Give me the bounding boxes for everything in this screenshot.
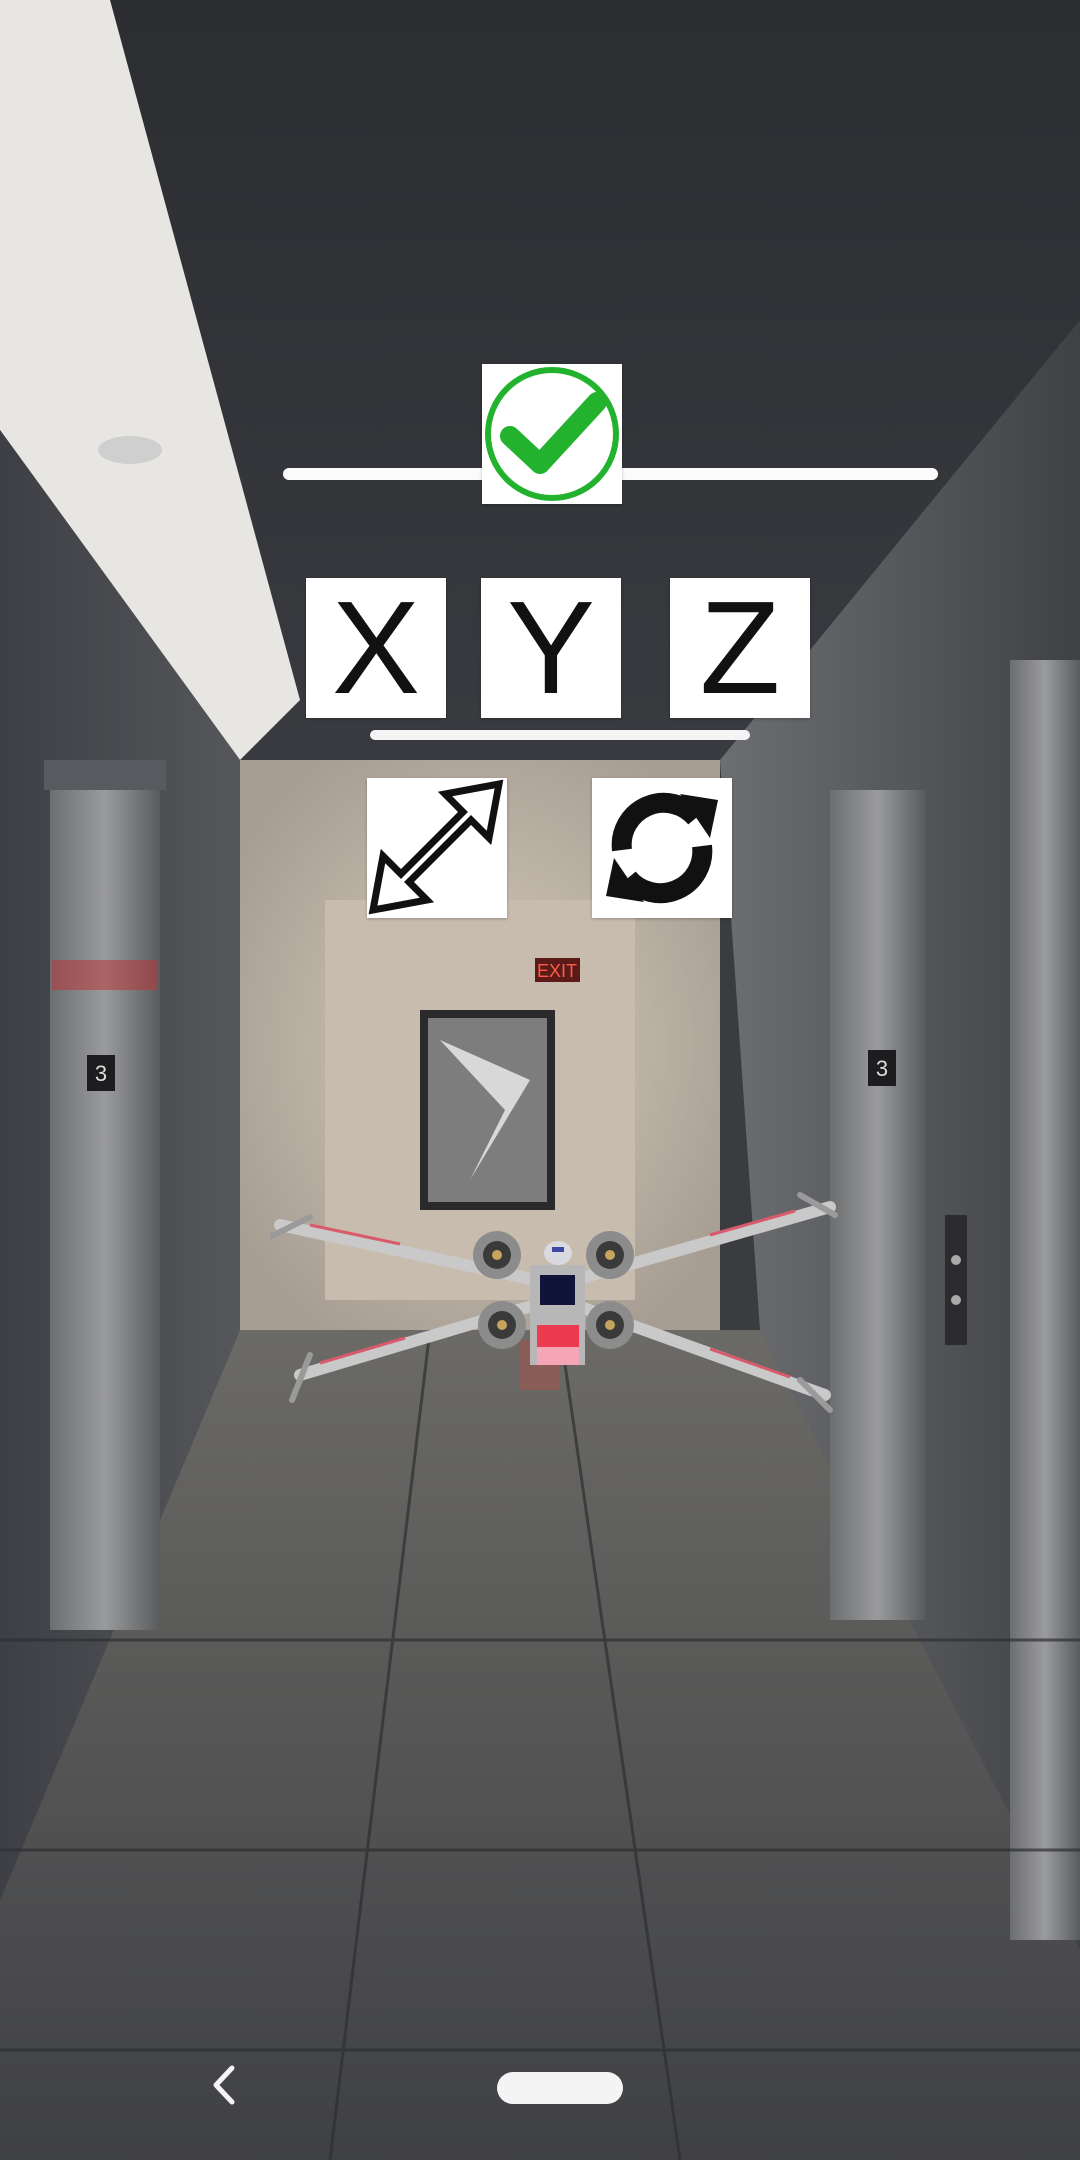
exit-sign: EXIT [537,961,577,981]
rotate-refresh-icon [606,792,718,904]
axis-y-button[interactable]: Y [481,578,621,718]
scale-button[interactable] [367,778,507,918]
floor-number-left: 3 [95,1061,107,1086]
axis-z-button[interactable]: Z [670,578,810,718]
rotate-button[interactable] [592,778,732,918]
confirm-placement-button[interactable] [482,364,622,504]
x-wing-model[interactable] [270,1175,840,1445]
axis-z-label: Z [699,574,781,721]
back-chevron-icon[interactable] [200,2060,250,2110]
axis-x-label: X [331,574,421,721]
axis-x-button[interactable]: X [306,578,446,718]
ar-camera-background: EXIT 3 3 [0,0,1080,2160]
home-pill-icon[interactable] [497,2072,623,2104]
axis-y-label: Y [506,574,596,721]
check-circle-icon [485,367,619,501]
resize-diagonal-arrow-icon [368,779,504,915]
floor-number-right: 3 [876,1056,888,1081]
